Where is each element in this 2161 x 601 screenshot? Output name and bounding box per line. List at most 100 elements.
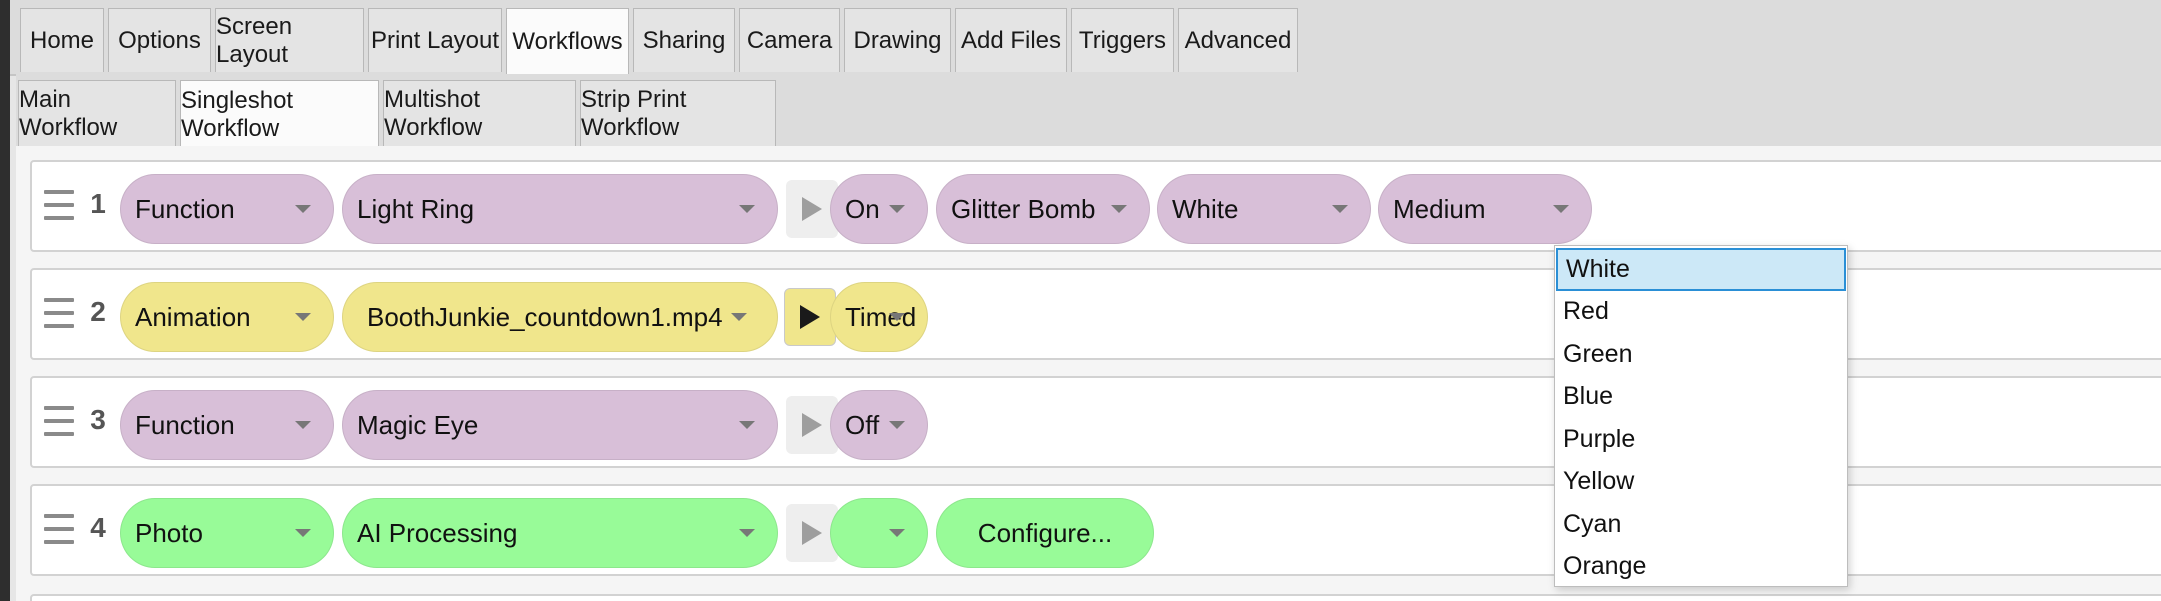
color-select[interactable]: White [1157,174,1371,244]
left-edge-panel [0,0,10,601]
tab-home[interactable]: Home [20,8,104,72]
select-value: Timed [845,301,917,332]
play-icon [802,521,822,545]
option-label: Yellow [1563,467,1635,496]
chevron-down-icon [739,529,755,537]
dropdown-option-yellow[interactable]: Yellow [1555,461,1847,504]
step-type-select[interactable]: Animation [120,282,334,352]
tab-label: Print Layout [370,26,500,54]
tab-label: Add Files [960,26,1062,54]
mode-select[interactable]: Timed [830,282,928,352]
tab-advanced[interactable]: Advanced [1178,8,1298,72]
dropdown-option-cyan[interactable]: Cyan [1555,503,1847,546]
play-icon [802,197,822,221]
play-icon [800,305,820,329]
mode-select[interactable]: Off [830,390,928,460]
step-item-select[interactable]: AI Processing [342,498,778,568]
main-tab-bar: Home Options Screen Layout Print Layout … [10,0,2161,76]
drag-handle-icon[interactable] [44,298,74,332]
button-label: Configure... [977,517,1113,548]
effect-select[interactable]: Glitter Bomb [936,174,1150,244]
chevron-down-icon [295,205,311,213]
chevron-down-icon [1111,205,1127,213]
color-dropdown-list: White Red Green Blue Purple Yellow Cyan … [1554,245,1848,587]
drag-handle-icon[interactable] [44,190,74,224]
mode-select[interactable] [830,498,928,568]
step-type-select[interactable]: Function [120,390,334,460]
dropdown-option-orange[interactable]: Orange [1555,546,1847,589]
select-value: Off [845,409,880,440]
brightness-select[interactable]: Medium [1378,174,1592,244]
option-label: Blue [1563,382,1614,411]
select-value: Medium [1393,193,1486,224]
tab-singleshot-workflow[interactable]: Singleshot Workflow [180,80,379,148]
tab-label: Sharing [642,26,726,54]
configure-button[interactable]: Configure... [936,498,1154,568]
select-value: AI Processing [357,517,518,548]
option-label: White [1566,254,1630,283]
tab-multishot-workflow[interactable]: Multishot Workflow [383,80,576,146]
chevron-down-icon [889,421,905,429]
option-label: Cyan [1563,509,1622,538]
step-type-select[interactable]: Function [120,174,334,244]
select-value: Magic Eye [357,409,479,440]
step-item-select[interactable]: Magic Eye [342,390,778,460]
tab-sharing[interactable]: Sharing [633,8,735,72]
select-value: White [1172,193,1239,224]
tab-label: Multishot Workflow [384,85,483,141]
workflow-row: 1 Function Light Ring On Glitter Bomb Wh… [30,160,2161,252]
tab-label: Main Workflow [19,85,118,141]
tab-label: Home [29,26,95,54]
select-value: Function [135,193,235,224]
dropdown-option-red[interactable]: Red [1555,291,1847,334]
select-value: Glitter Bomb [951,193,1096,224]
step-type-select[interactable]: Photo [120,498,334,568]
play-button[interactable] [784,288,836,346]
step-item-select[interactable]: BoothJunkie_countdown1.mp4 [342,282,778,352]
chevron-down-icon [889,529,905,537]
tab-label: Strip Print Workflow [581,85,687,141]
chevron-down-icon [739,205,755,213]
tab-label: Advanced [1184,26,1292,54]
tab-drawing[interactable]: Drawing [844,8,951,72]
chevron-down-icon [889,313,905,321]
tab-triggers[interactable]: Triggers [1071,8,1174,72]
tab-strip-print-workflow[interactable]: Strip Print Workflow [580,80,776,146]
chevron-down-icon [889,205,905,213]
dropdown-option-green[interactable]: Green [1555,333,1847,376]
row-number: 4 [90,512,106,543]
app-window: Home Options Screen Layout Print Layout … [0,0,2161,601]
chevron-down-icon [295,529,311,537]
dropdown-option-white[interactable]: White [1556,248,1846,291]
dropdown-option-blue[interactable]: Blue [1555,376,1847,419]
drag-handle-icon[interactable] [44,514,74,548]
tab-workflows[interactable]: Workflows [506,8,629,74]
tab-add-files[interactable]: Add Files [955,8,1067,72]
tab-label: Workflows [512,27,623,55]
row-number: 3 [90,404,106,435]
option-label: Purple [1563,424,1636,453]
tab-camera[interactable]: Camera [739,8,840,72]
chevron-down-icon [739,421,755,429]
row-number: 2 [90,296,106,327]
tab-main-workflow[interactable]: Main Workflow [18,80,176,146]
chevron-down-icon [1553,205,1569,213]
option-label: Green [1563,339,1633,368]
tab-print-layout[interactable]: Print Layout [368,8,502,72]
drag-handle-icon[interactable] [44,406,74,440]
step-item-select[interactable]: Light Ring [342,174,778,244]
tab-options[interactable]: Options [108,8,211,72]
option-label: Red [1563,297,1609,326]
select-value: Animation [135,301,251,332]
row-number: 1 [90,188,106,219]
select-value: Light Ring [357,193,475,224]
chevron-down-icon [295,313,311,321]
tab-screen-layout[interactable]: Screen Layout [215,8,364,72]
dropdown-option-purple[interactable]: Purple [1555,418,1847,461]
tab-label: Screen Layout [216,12,293,68]
option-label: Orange [1563,552,1647,581]
select-value: BoothJunkie_countdown1.mp4 [367,301,723,332]
tab-label: Singleshot Workflow [181,86,294,142]
mode-select[interactable]: On [830,174,928,244]
chevron-down-icon [731,313,747,321]
